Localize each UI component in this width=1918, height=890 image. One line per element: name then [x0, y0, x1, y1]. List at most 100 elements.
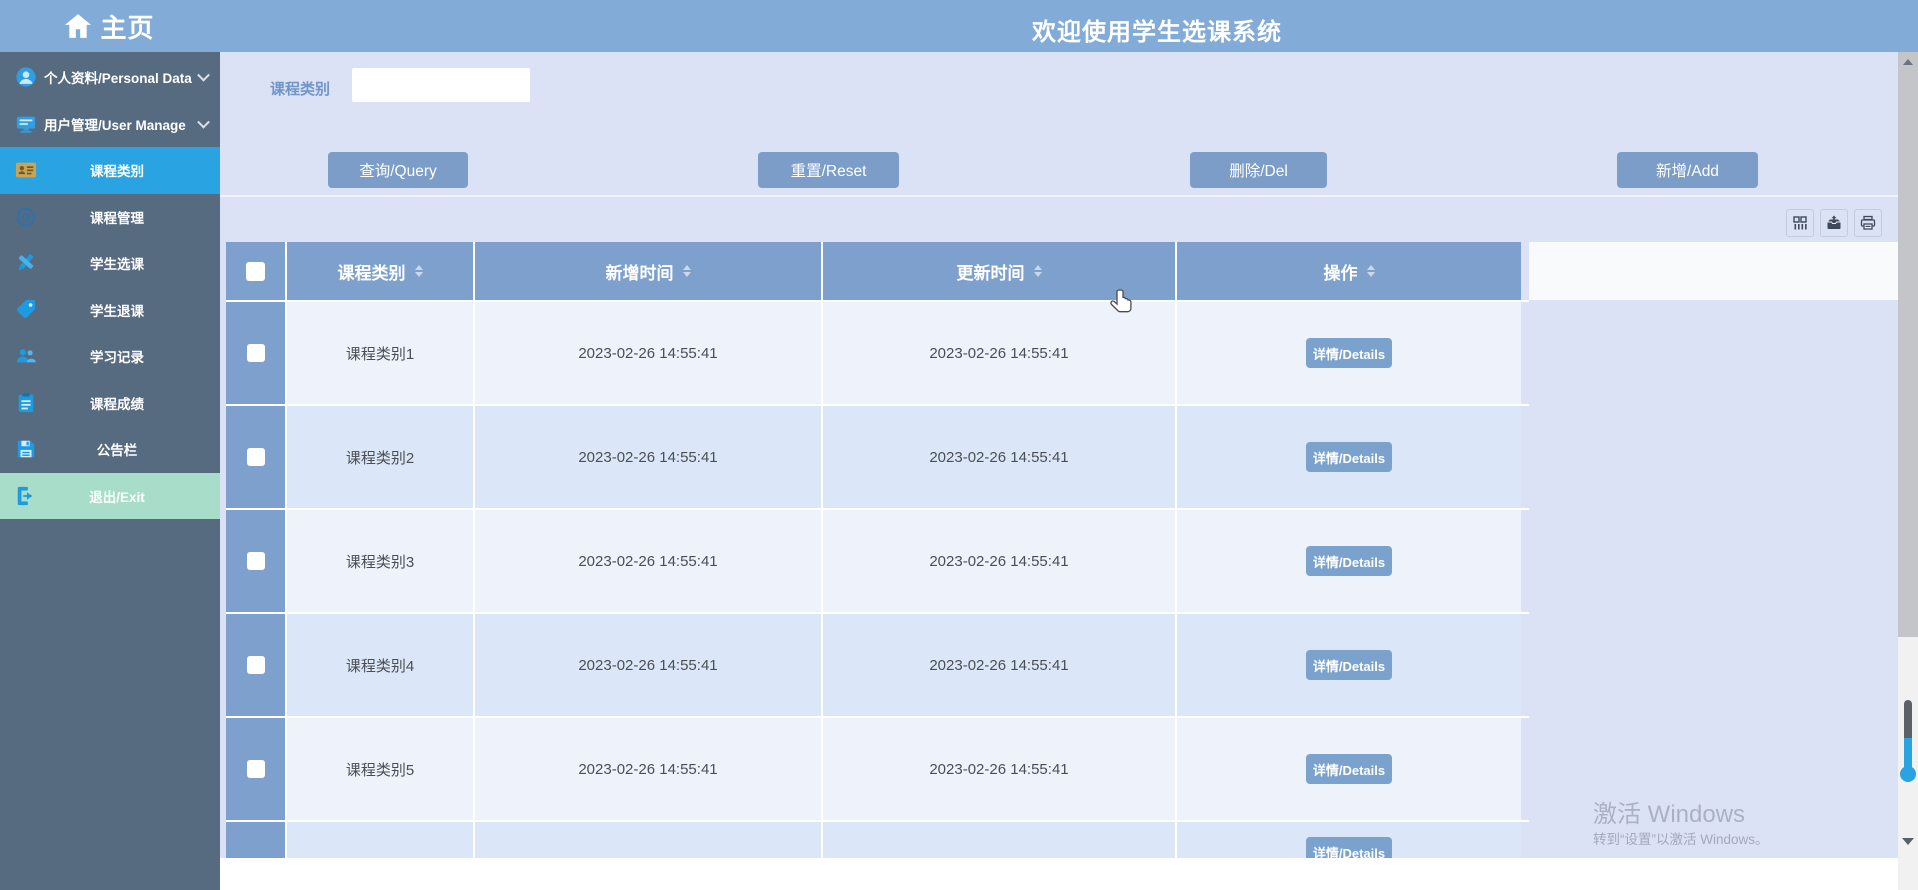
people-icon: [15, 345, 37, 367]
print-button[interactable]: [1854, 209, 1882, 237]
sort-icon: [1033, 265, 1042, 277]
row-checkbox[interactable]: [246, 552, 265, 570]
board-icon: [15, 438, 37, 460]
cell-updated: 2023-02-26 14:55:41: [821, 614, 1175, 716]
table-row-partial: 详情/Details: [226, 820, 1529, 858]
sort-icon: [682, 265, 691, 277]
row-checkbox[interactable]: [246, 760, 265, 778]
windows-activation-watermark: 激活 Windows: [1593, 801, 1746, 828]
cell-updated: 2023-02-26 14:55:41: [821, 510, 1175, 612]
search-field-label: 课程类别: [270, 81, 331, 98]
course-category-table: 课程类别 新增时间 更新时间 操作 课程类别1 2023-02-26 14:55…: [226, 242, 1529, 858]
details-button[interactable]: 详情/Details: [1306, 754, 1392, 784]
sidebar-item-label: 个人资料/Personal Data: [44, 71, 192, 87]
sidebar-nav: 个人资料/Personal Data 用户管理/User Manage 课程类别…: [0, 52, 220, 890]
cell-category: 课程类别4: [285, 614, 473, 716]
reset-button[interactable]: 重置/Reset: [758, 152, 899, 188]
search-input[interactable]: [352, 68, 530, 102]
sidebar-item-course-score[interactable]: 课程成绩: [0, 380, 220, 427]
columns-toggle-button[interactable]: [1786, 209, 1814, 237]
thermometer-icon: [1904, 700, 1912, 772]
sidebar-item-study-record[interactable]: 学习记录: [0, 333, 220, 380]
sidebar-item-course-manage[interactable]: 课程管理: [0, 194, 220, 241]
chevron-down-icon: [197, 69, 210, 82]
chevron-down-icon: [197, 115, 210, 129]
sidebar-item-label: 课程成绩: [90, 396, 144, 412]
query-button[interactable]: 查询/Query: [328, 152, 468, 188]
tag-icon: [15, 299, 37, 321]
sidebar-item-label: 学习记录: [90, 350, 144, 366]
vertical-scrollbar[interactable]: [1898, 52, 1918, 890]
details-button[interactable]: 详情/Details: [1306, 650, 1392, 680]
cell-updated: 2023-02-26 14:55:41: [821, 718, 1175, 820]
cell-category: 课程类别2: [285, 406, 473, 508]
export-icon: [1827, 215, 1841, 229]
clipboard-icon: [15, 392, 37, 414]
table-row: 课程类别5 2023-02-26 14:55:41 2023-02-26 14:…: [226, 716, 1529, 820]
cell-created: 2023-02-26 14:55:41: [473, 718, 821, 820]
cell-category: 课程类别3: [285, 510, 473, 612]
row-checkbox[interactable]: [246, 656, 265, 674]
table-row: 课程类别3 2023-02-26 14:55:41 2023-02-26 14:…: [226, 508, 1529, 612]
arrow-up-icon: [1903, 59, 1913, 65]
export-button[interactable]: [1820, 209, 1848, 237]
table-row: 课程类别1 2023-02-26 14:55:41 2023-02-26 14:…: [226, 300, 1529, 404]
cell-created: 2023-02-26 14:55:41: [473, 614, 821, 716]
details-button[interactable]: 详情/Details: [1306, 338, 1392, 368]
sidebar-home-button[interactable]: 主页: [0, 0, 220, 52]
cell-created: 2023-02-26 14:55:41: [473, 510, 821, 612]
header-right-band: [1529, 242, 1898, 300]
windows-activation-subtext: 转到“设置”以激活 Windows。: [1593, 832, 1769, 847]
cell-category: 课程类别1: [285, 302, 473, 404]
table-row: 课程类别2 2023-02-26 14:55:41 2023-02-26 14:…: [226, 404, 1529, 508]
sort-icon: [414, 265, 423, 277]
sidebar-item-user-manage[interactable]: 用户管理/User Manage: [0, 101, 220, 148]
details-button[interactable]: 详情/Details: [1306, 546, 1392, 576]
cell-updated: 2023-02-26 14:55:41: [821, 406, 1175, 508]
scroll-up-button[interactable]: [1898, 52, 1918, 72]
home-label: 主页: [100, 12, 155, 43]
select-all-checkbox[interactable]: [246, 261, 265, 281]
row-checkbox[interactable]: [246, 344, 265, 362]
cell-category: 课程类别5: [285, 718, 473, 820]
pen-icon: [15, 252, 37, 274]
sidebar-item-bulletin[interactable]: 公告栏: [0, 426, 220, 473]
scroll-down-button[interactable]: [1902, 838, 1914, 845]
column-header-created[interactable]: 新增时间: [473, 242, 821, 300]
cell-created: 2023-02-26 14:55:41: [473, 406, 821, 508]
scrollbar-thumb[interactable]: [1898, 72, 1918, 637]
sidebar-item-label: 学生选课: [90, 257, 144, 273]
id-card-icon: [15, 159, 37, 181]
cell-updated: 2023-02-26 14:55:41: [821, 302, 1175, 404]
sidebar-item-personal-data[interactable]: 个人资料/Personal Data: [0, 54, 220, 101]
sidebar-item-label: 学生退课: [90, 303, 144, 319]
table-row: 课程类别4 2023-02-26 14:55:41 2023-02-26 14:…: [226, 612, 1529, 716]
ring-icon: [15, 206, 37, 228]
row-checkbox[interactable]: [246, 448, 265, 466]
top-header-bar: 主页 欢迎使用学生选课系统: [0, 0, 1918, 52]
select-all-cell: [226, 242, 285, 300]
column-header-category[interactable]: 课程类别: [285, 242, 473, 300]
table-header-row: 课程类别 新增时间 更新时间 操作: [226, 242, 1529, 300]
divider-line: [220, 195, 1898, 197]
print-icon: [1860, 215, 1876, 230]
delete-button[interactable]: 删除/Del: [1190, 152, 1327, 188]
page-title: 欢迎使用学生选课系统: [1032, 19, 1282, 46]
sidebar-item-label: 课程管理: [90, 210, 144, 226]
column-header-actions[interactable]: 操作: [1175, 242, 1521, 300]
main-content: 课程类别 查询/Query 重置/Reset 删除/Del 新增/Add 课程类…: [220, 52, 1898, 858]
home-icon: [65, 14, 92, 38]
sidebar-item-student-select[interactable]: 学生选课: [0, 240, 220, 287]
sidebar-item-exit[interactable]: 退出/Exit: [0, 472, 220, 519]
sidebar-item-label: 课程类别: [90, 164, 144, 180]
details-button[interactable]: 详情/Details: [1306, 837, 1392, 858]
columns-icon: [1793, 216, 1807, 230]
sidebar-item-student-drop[interactable]: 学生退课: [0, 287, 220, 334]
monitor-icon: [15, 113, 37, 135]
details-button[interactable]: 详情/Details: [1306, 442, 1392, 472]
column-header-updated[interactable]: 更新时间: [821, 242, 1175, 300]
sort-icon: [1366, 265, 1375, 277]
sidebar-item-course-category[interactable]: 课程类别: [0, 147, 220, 194]
user-avatar-icon: [15, 66, 37, 88]
add-button[interactable]: 新增/Add: [1617, 152, 1758, 188]
